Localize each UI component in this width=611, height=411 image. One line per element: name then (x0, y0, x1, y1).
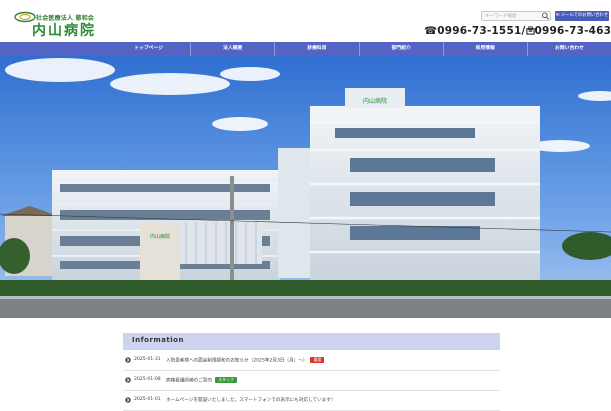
mail-contact-button[interactable]: ✉ メールでのお問い合わせ (555, 11, 609, 21)
information-title: Information (132, 336, 184, 344)
hospital-logo[interactable]: 社会医療法人 慈和会 内山病院 (14, 9, 124, 37)
news-item[interactable]: 2025-01-31 入院患者様への面会制限緩和のお知らせ（2025年2月3日（… (123, 351, 500, 371)
news-date: 2025-01-31 (134, 357, 161, 362)
phone-fax-number: ☎0996-73-1551/0996-73-4636 (424, 25, 611, 37)
news-item[interactable]: 2025-01-08 病棟看護師補のご案内スタッフ (123, 371, 500, 391)
hospital-building-photo: 内山病院 内山病院 (0, 56, 611, 318)
nav-item-recruit[interactable]: 採用情報 (444, 42, 528, 56)
nav-bar-left (0, 42, 107, 56)
news-text: 入院患者様への面会制限緩和のお知らせ（2025年2月3日（月）〜）重要 (166, 357, 324, 364)
information-section: Information 2025-01-31 入院患者様への面会制限緩和のお知ら… (0, 318, 611, 408)
nav-item-about[interactable]: 法人概要 (191, 42, 275, 56)
chevron-right-icon (125, 357, 131, 363)
hospital-name: 内山病院 (32, 20, 96, 40)
search-icon[interactable] (541, 11, 550, 21)
nav-item-top[interactable]: トップページ (107, 42, 191, 56)
entrance-sign: 内山病院 (150, 233, 170, 240)
news-title[interactable]: 入院患者様への面会制限緩和のお知らせ（2025年2月3日（月）〜） (166, 359, 307, 364)
building-sign: 内山病院 (363, 97, 387, 105)
main-nav: トップページ 法人概要 診療科目 部門紹介 採用情報 お問い合わせ (107, 42, 611, 56)
nav-item-contact[interactable]: お問い合わせ (528, 42, 611, 56)
mail-contact-label: メールでのお問い合わせ (561, 13, 608, 18)
site-header: 社会医療法人 慈和会 内山病院 ✉ メールでのお問い合わせ ☎0996-73-1… (0, 0, 611, 42)
news-badge-important: 重要 (310, 357, 324, 363)
news-date: 2025-01-01 (134, 397, 161, 402)
news-title[interactable]: ホームページを開設いたしました。スマートフォンでの表示にも対応しています！ (166, 398, 335, 403)
fax-icon (526, 26, 535, 35)
hero-image: 内山病院 内山病院 (0, 56, 611, 318)
news-text: 病棟看護師補のご案内スタッフ (166, 377, 237, 384)
nav-item-divisions[interactable]: 部門紹介 (360, 42, 444, 56)
news-date: 2025-01-08 (134, 377, 161, 382)
information-header: Information (123, 333, 500, 350)
fax-number: 0996-73-4636 (535, 25, 611, 37)
news-text: ホームページを開設いたしました。スマートフォンでの表示にも対応しています！ (166, 397, 335, 403)
news-badge-staff: スタッフ (215, 377, 237, 383)
nav-item-departments[interactable]: 診療科目 (275, 42, 359, 56)
mail-icon: ✉ (556, 13, 560, 18)
tel-number: ☎0996-73-1551/ (424, 25, 526, 37)
chevron-right-icon (125, 377, 131, 383)
chevron-right-icon (125, 397, 131, 403)
news-item[interactable]: 2025-01-01 ホームページを開設いたしました。スマートフォンでの表示にも… (123, 391, 500, 411)
news-title[interactable]: 病棟看護師補のご案内 (166, 379, 212, 384)
